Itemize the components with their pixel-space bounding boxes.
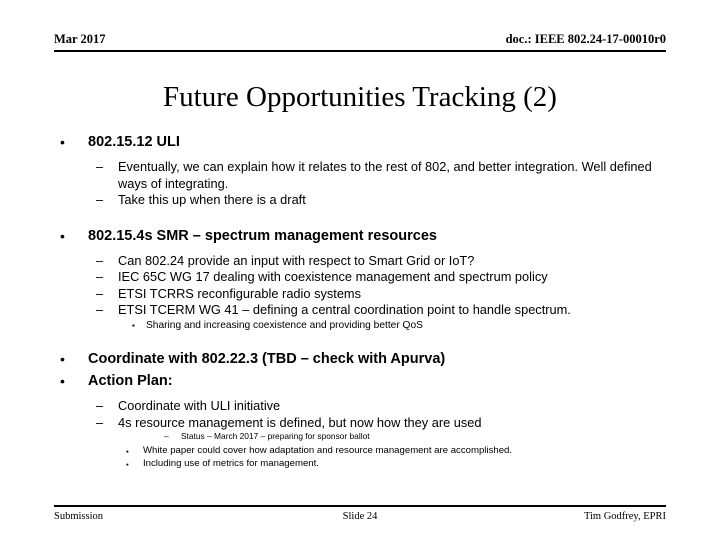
dash-bullet-icon: – (96, 192, 104, 207)
bullet-text: ETSI TCERM WG 41 – defining a central co… (118, 302, 571, 317)
header-document-id: doc.: IEEE 802.24-17-00010r0 (505, 32, 666, 46)
bullet-text: ETSI TCRRS reconfigurable radio systems (118, 285, 361, 301)
bullet-item-level-2: – Take this up when there is a draft (0, 192, 720, 209)
bullet-text: Take this up when there is a draft (118, 192, 306, 207)
round-bullet-icon: • (60, 227, 65, 244)
bullet-text: Action Plan: (88, 373, 173, 389)
bullet-text: Coordinate with ULI initiative (118, 398, 281, 413)
bullet-item-level-2: – IEC 65C WG 17 dealing with coexistence … (0, 269, 720, 286)
slide-footer: Submission Slide 24 Tim Godfrey, EPRI (54, 505, 666, 523)
bullet-text: 802.15.4s SMR – spectrum management reso… (88, 227, 437, 244)
bullet-item-level-1: • 802.15.4s SMR – spectrum management res… (0, 227, 720, 246)
footer-submission-label: Submission (54, 511, 104, 522)
bullet-text: Including use of metrics for management. (143, 457, 319, 469)
bullet-item-level-2: – Eventually, we can explain how it relat… (0, 159, 720, 192)
footer-author: Tim Godfrey, EPRI (583, 511, 666, 522)
dash-bullet-icon: – (164, 431, 169, 441)
bullet-text: Status – March 2017 – preparing for spon… (181, 431, 370, 441)
bullet-item-level-1: • 802.15.12 ULI (0, 133, 720, 152)
bullet-text: IEC 65C WG 17 dealing with coexistence m… (118, 269, 548, 284)
bullet-text: Sharing and increasing coexistence and p… (146, 319, 423, 331)
bullet-text: Can 802.24 provide an input with respect… (118, 252, 475, 268)
bullet-item-level-2: – ETSI TCRRS reconfigurable radio systems (0, 286, 720, 303)
bullet-item-level-3: ▪ Including use of metrics for management… (0, 458, 720, 471)
round-bullet-icon: • (60, 134, 65, 150)
dash-bullet-icon: – (96, 252, 104, 268)
footer-slide-number: Slide 24 (342, 511, 378, 522)
bullet-item-level-4: – Status – March 2017 – preparing for spo… (0, 431, 720, 442)
slide-body: • 802.15.12 ULI – Eventually, we can explai… (0, 133, 720, 470)
bullet-item-level-2: – Can 802.24 provide an input with respec… (0, 253, 720, 270)
dash-bullet-icon: – (96, 398, 104, 413)
dash-bullet-icon: – (96, 269, 104, 284)
bullet-text: White paper could cover how adaptation a… (143, 445, 513, 456)
dash-bullet-icon: – (96, 159, 104, 174)
header-date: Mar 2017 (54, 32, 106, 46)
bullet-item-level-2: – Coordinate with ULI initiative (0, 398, 720, 415)
dash-bullet-icon: – (96, 285, 104, 301)
dash-bullet-icon: – (96, 302, 104, 317)
bullet-item-level-3: ▪ White paper could cover how adaptation … (0, 445, 720, 458)
slide-title: Future Opportunities Tracking (2) (163, 81, 557, 113)
slide-header: Mar 2017 doc.: IEEE 802.24-17-00010r0 (54, 32, 666, 52)
bullet-text: 802.15.12 ULI (88, 134, 180, 150)
round-bullet-icon: • (60, 373, 65, 389)
bullet-item-level-3: ▪ Sharing and increasing coexistence and … (0, 319, 720, 333)
bullet-item-level-1: • Action Plan: (0, 372, 720, 391)
bullet-item-level-2: – ETSI TCERM WG 41 – defining a central c… (0, 302, 720, 319)
bullet-text: Eventually, we can explain how it relate… (118, 159, 652, 191)
dash-bullet-icon: – (96, 414, 104, 430)
round-bullet-icon: • (60, 351, 65, 367)
square-bullet-icon: ▪ (132, 320, 135, 330)
square-bullet-icon: ▪ (126, 447, 129, 456)
bullet-text: Coordinate with 802.22.3 (TBD – check wi… (88, 351, 446, 367)
square-bullet-icon: ▪ (126, 459, 129, 469)
bullet-item-level-1: • Coordinate with 802.22.3 (TBD – check w… (0, 350, 720, 369)
bullet-text: 4s resource management is defined, but n… (118, 414, 482, 430)
bullet-item-level-2: –4s resource management is defined, but … (0, 415, 720, 432)
